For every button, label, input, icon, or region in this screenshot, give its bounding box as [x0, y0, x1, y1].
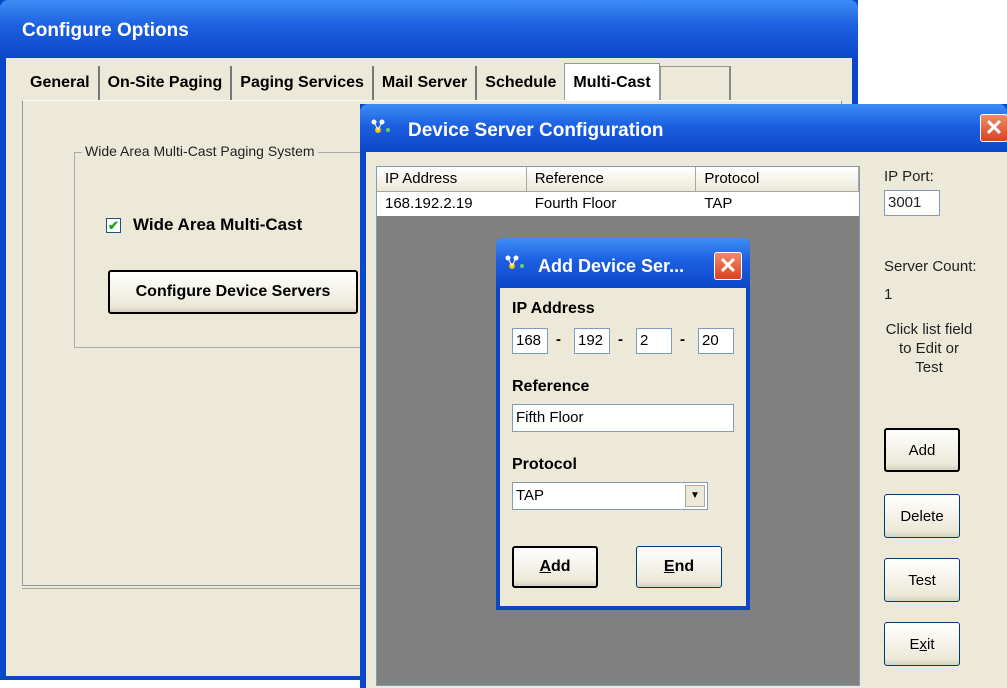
ip-octet-1-input[interactable]: 168 [512, 328, 548, 354]
server-count-value: 1 [884, 286, 893, 303]
tab-general[interactable]: General [22, 66, 100, 100]
edit-hint: Click list field to Edit or Test [874, 320, 984, 377]
ip-separator: - [618, 331, 623, 348]
configure-options-title: Configure Options [0, 0, 858, 58]
chevron-down-icon[interactable]: ▼ [685, 485, 705, 507]
hint-line: to Edit or [898, 340, 960, 357]
ip-separator: - [680, 331, 685, 348]
wide-area-multi-cast-checkbox[interactable]: ✔ Wide Area Multi-Cast [106, 215, 302, 235]
table-row[interactable]: 168.192.2.19 Fourth Floor TAP [377, 192, 859, 216]
exit-label-rest: it [927, 635, 935, 653]
reference-input[interactable]: Fifth Floor [512, 404, 734, 432]
check-icon[interactable]: ✔ [106, 217, 121, 233]
test-server-button[interactable]: Test [884, 558, 960, 602]
tab-mail-server[interactable]: Mail Server [374, 66, 478, 100]
tab-schedule[interactable]: Schedule [477, 66, 564, 100]
close-icon[interactable]: ✕ [980, 114, 1007, 142]
tab-blank [659, 66, 731, 101]
add-device-button[interactable]: Add [512, 546, 598, 588]
list-header: IP Address Reference Protocol [377, 167, 859, 192]
tab-bar: General On-Site Paging Paging Services M… [22, 63, 731, 107]
multi-cast-group [74, 152, 374, 348]
server-count-label: Server Count: [884, 258, 977, 275]
add-device-title: Add Device Ser... [496, 238, 750, 288]
end-label: nd [674, 558, 695, 575]
add-label: dd [551, 558, 571, 575]
close-icon[interactable]: ✕ [714, 252, 742, 280]
network-icon [370, 118, 392, 137]
add-server-button[interactable]: Add [884, 428, 960, 472]
ip-octet-4-input[interactable]: 20 [698, 328, 734, 354]
end-mnemonic: E [663, 558, 675, 575]
end-button[interactable]: End [636, 546, 722, 588]
exit-mnemonic: x [919, 635, 928, 653]
group-label: Wide Area Multi-Cast Paging System [82, 143, 318, 159]
ip-octet-3-input[interactable]: 2 [636, 328, 672, 354]
configure-device-servers-button[interactable]: Configure Device Servers [108, 270, 358, 314]
row-protocol[interactable]: TAP [696, 192, 859, 216]
ip-port-label: IP Port: [884, 168, 934, 185]
ip-separator: - [556, 331, 561, 348]
network-icon [504, 254, 526, 273]
ip-address-label: IP Address [512, 300, 595, 317]
column-protocol[interactable]: Protocol [696, 167, 859, 191]
tab-on-site-paging[interactable]: On-Site Paging [100, 66, 233, 100]
column-reference[interactable]: Reference [527, 167, 697, 191]
tab-paging-services[interactable]: Paging Services [232, 66, 374, 100]
hint-line: Click list field [885, 321, 973, 338]
ip-octet-2-input[interactable]: 192 [574, 328, 610, 354]
protocol-value: TAP [516, 487, 545, 504]
column-ip-address[interactable]: IP Address [377, 167, 527, 191]
row-ip[interactable]: 168.192.2.19 [377, 192, 527, 216]
checkbox-label: Wide Area Multi-Cast [133, 215, 303, 234]
exit-label: E [909, 635, 920, 653]
protocol-label: Protocol [512, 456, 577, 473]
exit-button[interactable]: Ex it [884, 622, 960, 666]
reference-label: Reference [512, 378, 590, 395]
hint-line: Test [915, 359, 943, 376]
row-reference[interactable]: Fourth Floor [527, 192, 697, 216]
device-server-title: Device Server Configuration [360, 104, 1007, 152]
protocol-select[interactable]: TAP ▼ [512, 482, 708, 510]
delete-server-button[interactable]: Delete [884, 494, 960, 538]
add-mnemonic: A [539, 558, 551, 575]
ip-port-input[interactable]: 3001 [884, 190, 940, 216]
